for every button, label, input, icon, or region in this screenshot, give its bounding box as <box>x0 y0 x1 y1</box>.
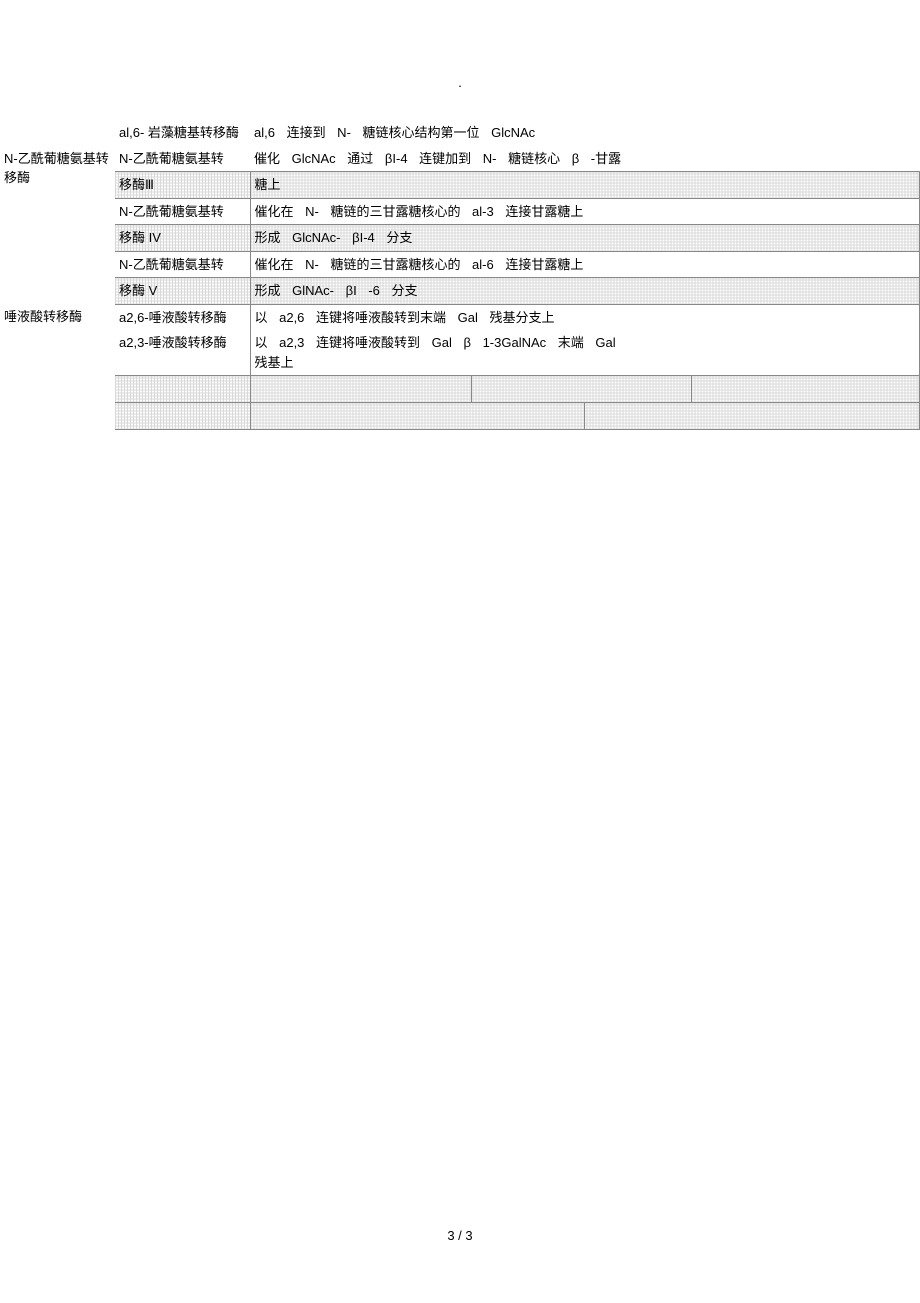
enzyme-cell-cont: 移酶 IV <box>115 225 250 252</box>
table-row: a2,3-唾液酸转移酶 以 a2,3 连键将唾液酸转到 Gal β 1-3Gal… <box>0 330 920 376</box>
table-row-empty <box>0 376 920 403</box>
description-cell: 催化 GlcNAc 通过 βI-4 连键加到 N- 糖链核心 β -甘露 <box>250 146 920 172</box>
enzyme-cell: N-乙酰葡糖氨基转 <box>115 198 250 225</box>
description-cell-cont: 糖上 <box>250 172 920 199</box>
description-cell: 催化在 N- 糖链的三甘露糖核心的 al-6 连接甘露糖上 <box>250 251 920 278</box>
table-container: al,6- 岩藻糖基转移酶 al,6 连接到 N- 糖链核心结构第一位 GlcN… <box>0 90 920 430</box>
description-cell: 以 a2,6 连键将唾液酸转到末端 Gal 残基分支上 <box>250 304 920 330</box>
category-cell <box>0 120 115 146</box>
description-cell-cont: 形成 GlcNAc- βI-4 分支 <box>250 225 920 252</box>
enzyme-cell: N-乙酰葡糖氨基转 <box>115 251 250 278</box>
category-cell <box>0 251 115 304</box>
empty-cell <box>115 376 250 403</box>
enzyme-cell: a2,3-唾液酸转移酶 <box>115 330 250 376</box>
category-cell <box>0 330 115 376</box>
table-row: N-乙酰葡糖氨基转 催化在 N- 糖链的三甘露糖核心的 al-3 连接甘露糖上 <box>0 198 920 225</box>
category-cell: N-乙酰葡糖氨基转移酶 <box>0 146 115 199</box>
empty-cell <box>250 403 920 430</box>
empty-cell <box>0 403 115 430</box>
category-cell: 唾液酸转移酶 <box>0 304 115 330</box>
empty-cell <box>115 403 250 430</box>
table-row: 移酶Ⅲ 糖上 <box>0 172 920 199</box>
enzyme-cell: a2,6-唾液酸转移酶 <box>115 304 250 330</box>
header-dot: . <box>0 0 920 90</box>
description-cell: al,6 连接到 N- 糖链核心结构第一位 GlcNAc <box>250 120 920 146</box>
enzyme-table: al,6- 岩藻糖基转移酶 al,6 连接到 N- 糖链核心结构第一位 GlcN… <box>0 120 920 430</box>
description-cell: 催化在 N- 糖链的三甘露糖核心的 al-3 连接甘露糖上 <box>250 198 920 225</box>
table-row: N-乙酰葡糖氨基转 催化在 N- 糖链的三甘露糖核心的 al-6 连接甘露糖上 <box>0 251 920 278</box>
category-cell <box>0 198 115 251</box>
description-cell: 以 a2,3 连键将唾液酸转到 Gal β 1-3GalNAc 末端 Gal残基… <box>250 330 920 376</box>
empty-cell <box>250 376 920 403</box>
table-row-empty <box>0 403 920 430</box>
table-row: N-乙酰葡糖氨基转移酶 N-乙酰葡糖氨基转 催化 GlcNAc 通过 βI-4 … <box>0 146 920 172</box>
enzyme-cell-cont: 移酶Ⅲ <box>115 172 250 199</box>
enzyme-cell: N-乙酰葡糖氨基转 <box>115 146 250 172</box>
enzyme-cell: al,6- 岩藻糖基转移酶 <box>115 120 250 146</box>
empty-cell <box>0 376 115 403</box>
enzyme-cell-cont: 移酶 V <box>115 278 250 305</box>
table-row: 移酶 V 形成 GlNAc- βI -6 分支 <box>0 278 920 305</box>
table-row: 移酶 IV 形成 GlcNAc- βI-4 分支 <box>0 225 920 252</box>
description-cell-cont: 形成 GlNAc- βI -6 分支 <box>250 278 920 305</box>
page-number: 3 / 3 <box>0 1228 920 1243</box>
table-row: 唾液酸转移酶 a2,6-唾液酸转移酶 以 a2,6 连键将唾液酸转到末端 Gal… <box>0 304 920 330</box>
table-row: al,6- 岩藻糖基转移酶 al,6 连接到 N- 糖链核心结构第一位 GlcN… <box>0 120 920 146</box>
